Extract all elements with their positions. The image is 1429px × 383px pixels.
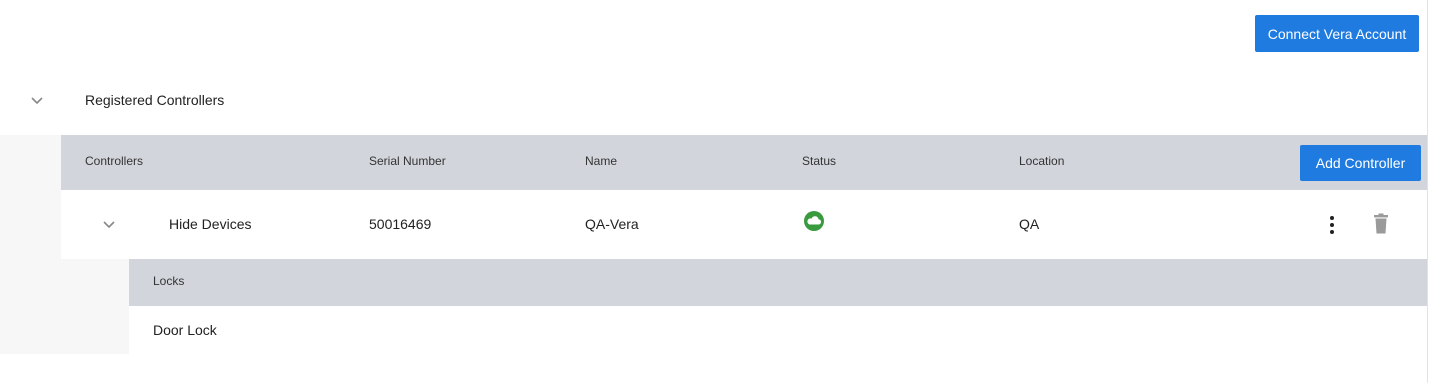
left-gutter-indent — [61, 259, 129, 354]
device-item[interactable]: Door Lock — [153, 322, 217, 338]
controller-name: QA-Vera — [585, 216, 639, 232]
column-header-status: Status — [802, 154, 837, 168]
page-right-border — [1427, 0, 1428, 383]
controller-serial-number: 50016469 — [369, 216, 432, 232]
column-header-serial-number: Serial Number — [369, 154, 446, 168]
column-header-controllers: Controllers — [85, 154, 144, 168]
chevron-down-icon[interactable] — [30, 95, 44, 105]
controller-location: QA — [1019, 216, 1040, 232]
trash-icon[interactable] — [1371, 213, 1391, 235]
column-header-location: Location — [1019, 154, 1065, 168]
hide-devices-toggle[interactable]: Hide Devices — [169, 216, 251, 232]
chevron-down-icon[interactable] — [102, 219, 116, 229]
table-row — [61, 190, 1427, 259]
cloud-online-icon — [803, 210, 825, 232]
left-gutter — [0, 135, 61, 354]
controllers-table-header — [61, 135, 1427, 190]
column-header-name: Name — [585, 154, 618, 168]
connect-vera-account-button[interactable]: Connect Vera Account — [1255, 15, 1419, 52]
device-group-label: Locks — [153, 274, 185, 288]
more-options-icon[interactable] — [1324, 213, 1340, 237]
device-group-header — [129, 259, 1427, 306]
section-title: Registered Controllers — [85, 92, 225, 108]
add-controller-button[interactable]: Add Controller — [1300, 145, 1421, 181]
